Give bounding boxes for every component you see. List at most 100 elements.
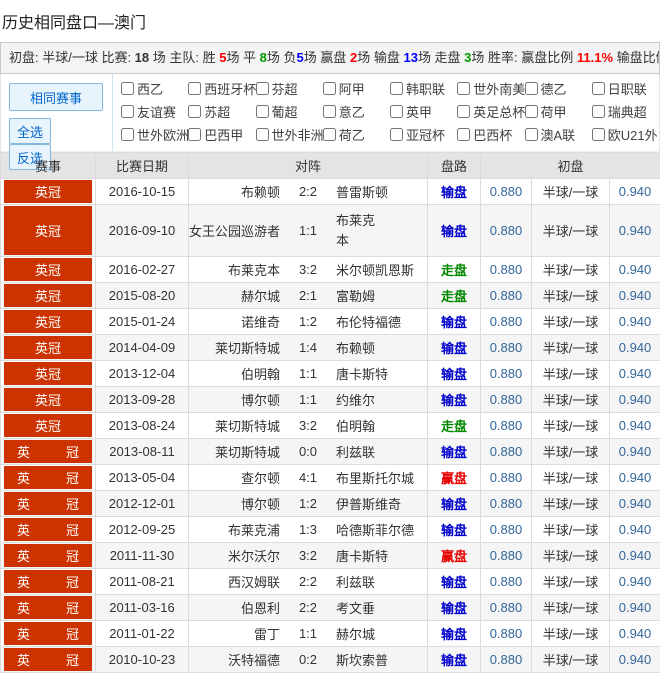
same-event-button[interactable]: 相同赛事 [9, 83, 103, 111]
league-label[interactable]: 世外欧洲 [137, 125, 188, 144]
initial-odds-home: 0.880 [490, 418, 523, 433]
league-label[interactable]: 英甲 [406, 102, 432, 121]
summary-segment: 输盘比例 [613, 50, 660, 65]
league-badge: 英冠 [4, 570, 92, 593]
league-label[interactable]: 西乙 [137, 79, 163, 98]
initial-odds-away: 0.940 [619, 470, 652, 485]
handicap-line: 半球/一球 [543, 523, 599, 538]
league-filter-item[interactable]: 荷甲 [525, 102, 592, 122]
league-checkbox[interactable] [592, 82, 605, 95]
initial-odds-away: 0.940 [619, 418, 652, 433]
league-checkbox[interactable] [390, 105, 403, 118]
league-checkbox[interactable] [525, 128, 538, 141]
league-filter-item[interactable]: 意乙 [323, 102, 390, 122]
league-label[interactable]: 巴西杯 [473, 125, 512, 144]
league-label[interactable]: 苏超 [204, 102, 230, 121]
league-label[interactable]: 葡超 [272, 102, 298, 121]
league-checkbox[interactable] [390, 82, 403, 95]
league-checkbox[interactable] [592, 105, 605, 118]
league-label[interactable]: 韩职联 [406, 79, 445, 98]
league-checkbox[interactable] [188, 128, 201, 141]
league-label[interactable]: 欧U21外 [608, 125, 658, 144]
league-checkbox[interactable] [525, 82, 538, 95]
league-filter-item[interactable]: 英足总杯 [457, 102, 524, 122]
away-team-wrap: 利兹联 [330, 572, 427, 591]
league-checkbox[interactable] [188, 82, 201, 95]
league-label[interactable]: 亚冠杯 [406, 125, 445, 144]
league-checkbox[interactable] [256, 82, 269, 95]
league-checkbox[interactable] [256, 128, 269, 141]
initial-odds-home: 0.880 [490, 548, 523, 563]
date-cell: 2015-01-24 [96, 309, 189, 335]
initial-odds-away: 0.940 [619, 444, 652, 459]
league-checkbox[interactable] [323, 105, 336, 118]
league-filter-item[interactable]: 欧U21外 [592, 125, 659, 145]
match-score: 1:4 [286, 340, 330, 355]
handicap-line: 半球/一球 [543, 627, 599, 642]
summary-segment: 场 平 [226, 50, 259, 65]
league-badge: 英冠 [4, 180, 92, 203]
league-filter-item[interactable]: 世外南美 [457, 79, 524, 99]
league-checkbox[interactable] [390, 128, 403, 141]
league-label[interactable]: 芬超 [272, 79, 298, 98]
league-filter-item[interactable]: 亚冠杯 [390, 125, 457, 145]
league-filter-item[interactable]: 芬超 [256, 79, 323, 99]
matchup: 西汉姆联2:2利兹联 [189, 569, 427, 594]
league-label[interactable]: 瑞典超 [608, 102, 647, 121]
league-filter-item[interactable]: 韩职联 [390, 79, 457, 99]
league-checkbox[interactable] [323, 82, 336, 95]
league-checkbox[interactable] [188, 105, 201, 118]
league-checkbox[interactable] [592, 128, 605, 141]
league-badge-char: 英 [17, 572, 30, 591]
select-all-button[interactable]: 全选 [9, 118, 51, 144]
league-checkbox[interactable] [323, 128, 336, 141]
league-label[interactable]: 荷甲 [541, 102, 567, 121]
league-checkbox[interactable] [121, 82, 134, 95]
league-checkbox[interactable] [121, 105, 134, 118]
league-filter-item[interactable]: 荷乙 [323, 125, 390, 145]
league-filter-item[interactable]: 西乙 [121, 79, 188, 99]
league-checkbox[interactable] [256, 105, 269, 118]
away-team: 普雷斯顿 [336, 182, 388, 201]
matchup-cell: 布赖顿2:2普雷斯顿 [189, 179, 428, 205]
league-label[interactable]: 英足总杯 [473, 102, 524, 121]
league-label[interactable]: 巴西甲 [204, 125, 243, 144]
league-label[interactable]: 澳A联 [541, 125, 576, 144]
league-filter-item[interactable]: 阿甲 [323, 79, 390, 99]
league-label[interactable]: 世外非洲 [272, 125, 323, 144]
league-label[interactable]: 友谊赛 [137, 102, 176, 121]
initial-odds-away: 0.940 [619, 574, 652, 589]
table-row: 英冠2012-12-01博尔顿1:2伊普斯维奇输盘0.880半球/一球0.940 [1, 491, 660, 517]
league-filter-item[interactable]: 巴西甲 [188, 125, 255, 145]
league-filter-item[interactable]: 葡超 [256, 102, 323, 122]
result-cell: 输盘 [428, 309, 481, 335]
league-checkbox[interactable] [457, 105, 470, 118]
league-label[interactable]: 世外南美 [473, 79, 524, 98]
league-filter-item[interactable]: 德乙 [525, 79, 592, 99]
league-checkbox[interactable] [121, 128, 134, 141]
league-label[interactable]: 意乙 [339, 102, 365, 121]
league-label[interactable]: 荷乙 [339, 125, 365, 144]
league-filter-item[interactable]: 日职联 [592, 79, 659, 99]
league-filter-item[interactable]: 巴西杯 [457, 125, 524, 145]
league-filter-item[interactable]: 世外非洲 [256, 125, 323, 145]
league-filter-item[interactable]: 英甲 [390, 102, 457, 122]
league-filter-item[interactable]: 西班牙杯 [188, 79, 255, 99]
result-cell: 输盘 [428, 517, 481, 543]
league-filter-item[interactable]: 澳A联 [525, 125, 592, 145]
matchup-cell: 伯恩利2:2考文垂 [189, 595, 428, 621]
league-label[interactable]: 日职联 [608, 79, 647, 98]
league-checkbox[interactable] [457, 128, 470, 141]
league-label[interactable]: 德乙 [541, 79, 567, 98]
league-label[interactable]: 西班牙杯 [204, 79, 255, 98]
home-team: 西汉姆联 [189, 572, 286, 591]
league-checkbox[interactable] [525, 105, 538, 118]
initial-odds-away: 0.940 [619, 496, 652, 511]
matchup-cell: 伯明翰1:1唐卡斯特 [189, 361, 428, 387]
league-filter-item[interactable]: 友谊赛 [121, 102, 188, 122]
league-filter-item[interactable]: 世外欧洲 [121, 125, 188, 145]
league-label[interactable]: 阿甲 [339, 79, 365, 98]
league-checkbox[interactable] [457, 82, 470, 95]
league-filter-item[interactable]: 苏超 [188, 102, 255, 122]
league-filter-item[interactable]: 瑞典超 [592, 102, 659, 122]
